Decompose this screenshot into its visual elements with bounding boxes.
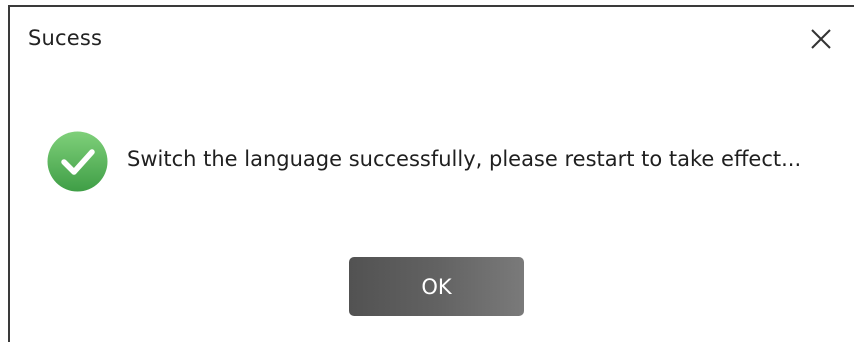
ok-button-label: OK [421,274,452,299]
dialog-top-border [8,5,854,7]
dialog-message: Switch the language successfully, please… [127,147,802,171]
dialog-title: Sucess [28,26,103,50]
close-icon[interactable] [806,24,836,54]
ok-button[interactable]: OK [349,257,524,316]
success-check-icon [47,131,108,192]
success-dialog: Sucess Switch the language successfully,… [0,0,854,347]
dialog-left-border [8,5,10,342]
